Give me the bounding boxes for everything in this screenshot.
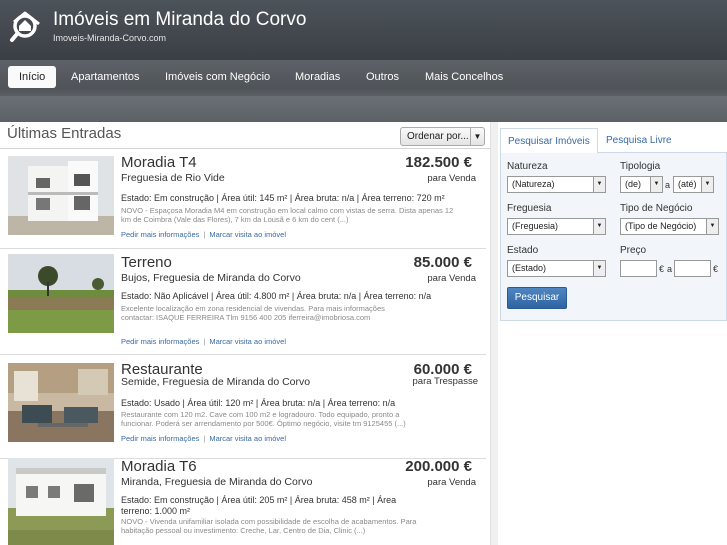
chevron-down-icon: ▼ [650, 177, 662, 192]
divider [0, 354, 486, 355]
listing-photo[interactable] [8, 254, 114, 333]
chevron-down-icon: ▼ [470, 128, 484, 145]
tipologia-to-value: (até) [678, 179, 697, 189]
chevron-down-icon: ▼ [701, 177, 713, 192]
nav-item-moradias[interactable]: Moradias [295, 66, 340, 88]
listing-item: Moradia T4 Freguesia de Rio Vide 182.500… [0, 149, 490, 249]
tipologia-from-value: (de) [625, 179, 642, 189]
freguesia-label: Freguesia [507, 203, 552, 214]
listing-title[interactable]: Terreno [121, 254, 172, 271]
listing-location: Bujos, Freguesia de Miranda do Corvo [121, 272, 301, 284]
listing-item: Restaurante Semide, Freguesia de Miranda… [0, 356, 490, 459]
house-search-icon[interactable] [9, 9, 45, 45]
listing-business-type: para Venda [427, 477, 476, 488]
preco-min-input[interactable] [620, 260, 657, 277]
nav-stripe [0, 96, 727, 122]
site-title[interactable]: Imóveis em Miranda do Corvo [53, 9, 306, 31]
preco-max-input[interactable] [674, 260, 711, 277]
section-title: Últimas Entradas [7, 125, 122, 142]
listing-details: Estado: Em construção | Área útil: 205 m… [121, 495, 397, 516]
search-button[interactable]: Pesquisar [507, 287, 567, 309]
estado-label: Estado [507, 245, 539, 256]
listing-description: NOVO - Espaçosa Moradia M4 em construção… [121, 206, 454, 224]
nav-item-outros[interactable]: Outros [366, 66, 399, 88]
tipologia-from-select[interactable]: (de) ▼ [620, 176, 663, 193]
tab-pesquisar-imoveis[interactable]: Pesquisar Imóveis [500, 128, 598, 153]
chevron-down-icon: ▼ [706, 219, 718, 234]
chevron-down-icon: ▼ [593, 261, 605, 276]
natureza-label: Natureza [507, 161, 548, 172]
tipologia-label: Tipologia [620, 161, 661, 172]
listing-title[interactable]: Moradia T4 [121, 154, 197, 171]
estado-select[interactable]: (Estado) ▼ [507, 260, 606, 277]
listing-location: Miranda, Freguesia de Miranda do Corvo [121, 476, 313, 488]
tipologia-separator: a [665, 180, 671, 190]
tipo-negocio-value: (Tipo de Negócio) [625, 221, 697, 231]
preco-label: Preço [620, 245, 647, 256]
listing-description: NOVO - Vivenda unifamiliar isolada com p… [121, 517, 417, 535]
scrollbar[interactable] [490, 122, 498, 545]
tipo-negocio-select[interactable]: (Tipo de Negócio) ▼ [620, 218, 719, 235]
listing-location: Freguesia de Rio Vide [121, 172, 225, 184]
listing-description: Excelente localização em zona residencia… [121, 304, 385, 322]
freguesia-select[interactable]: (Freguesia) ▼ [507, 218, 606, 235]
schedule-visit-link[interactable]: Marcar visita ao imóvel [209, 337, 286, 346]
listing-location: Semide, Freguesia de Miranda do Corvo [121, 376, 311, 388]
listing-links: Pedir mais informações | Marcar visita ao … [121, 230, 287, 239]
listing-details: Estado: Não Aplicável | Área útil: 4.800… [121, 291, 432, 301]
nav-item-inicio[interactable]: Início [8, 66, 57, 88]
tab-pesquisa-livre[interactable]: Pesquisa Livre [599, 128, 679, 153]
natureza-value: (Natureza) [512, 179, 555, 189]
listing-photo[interactable] [8, 156, 114, 235]
tipo-negocio-label: Tipo de Negócio [620, 203, 693, 214]
chevron-down-icon: ▼ [593, 177, 605, 192]
listing-details: Estado: Em construção | Área útil: 145 m… [121, 193, 445, 203]
request-info-link[interactable]: Pedir mais informações [121, 434, 199, 443]
listing-item: Terreno Bujos, Freguesia de Miranda do C… [0, 249, 490, 355]
listing-links: Pedir mais informações | Marcar visita ao … [121, 434, 287, 443]
order-select[interactable]: Ordenar por... ▼ [400, 127, 485, 146]
listing-links: Pedir mais informações | Marcar visita ao … [121, 337, 287, 346]
preco-min-unit: € [659, 264, 665, 274]
tipologia-to-select[interactable]: (até) ▼ [673, 176, 714, 193]
listing-photo[interactable] [8, 458, 114, 545]
request-info-link[interactable]: Pedir mais informações [121, 337, 199, 346]
listing-price: 85.000 € [413, 254, 472, 271]
listing-price: 200.000 € [405, 458, 472, 475]
estado-value: (Estado) [512, 263, 547, 273]
listing-item: Moradia T6 Miranda, Freguesia de Miranda… [0, 453, 490, 545]
listing-photo[interactable] [8, 363, 114, 442]
site-url: Imoveis-Miranda-Corvo.com [53, 33, 167, 43]
listing-description: Restaurante com 120 m2. Cave com 100 m2 … [121, 410, 406, 428]
nav-item-mais-concelhos[interactable]: Mais Concelhos [425, 66, 503, 88]
request-info-link[interactable]: Pedir mais informações [121, 230, 199, 239]
nav-item-imoveis-negocio[interactable]: Imóveis com Negócio [165, 66, 270, 88]
schedule-visit-link[interactable]: Marcar visita ao imóvel [209, 230, 286, 239]
freguesia-value: (Freguesia) [512, 221, 559, 231]
site-header: Imóveis em Miranda do Corvo Imoveis-Mira… [0, 0, 727, 60]
main-nav: Início Apartamentos Imóveis com Negócio … [0, 60, 727, 122]
listing-business-type: para Venda [427, 173, 476, 184]
search-panel: Natureza (Natureza) ▼ Tipologia (de) ▼ a… [500, 128, 727, 321]
preco-max-unit: € [713, 264, 719, 274]
order-select-label: Ordenar por... [407, 131, 469, 142]
schedule-visit-link[interactable]: Marcar visita ao imóvel [209, 434, 286, 443]
preco-separator: a [667, 264, 673, 274]
listing-business-type: para Trespasse [412, 376, 478, 387]
listing-title[interactable]: Moradia T6 [121, 458, 197, 475]
chevron-down-icon: ▼ [593, 219, 605, 234]
listing-business-type: para Venda [427, 273, 476, 284]
nav-item-apartamentos[interactable]: Apartamentos [71, 66, 139, 88]
natureza-select[interactable]: (Natureza) ▼ [507, 176, 606, 193]
search-form: Natureza (Natureza) ▼ Tipologia (de) ▼ a… [500, 152, 727, 321]
listing-details: Estado: Usado | Área útil: 120 m² | Área… [121, 398, 396, 408]
listing-price: 182.500 € [405, 154, 472, 171]
